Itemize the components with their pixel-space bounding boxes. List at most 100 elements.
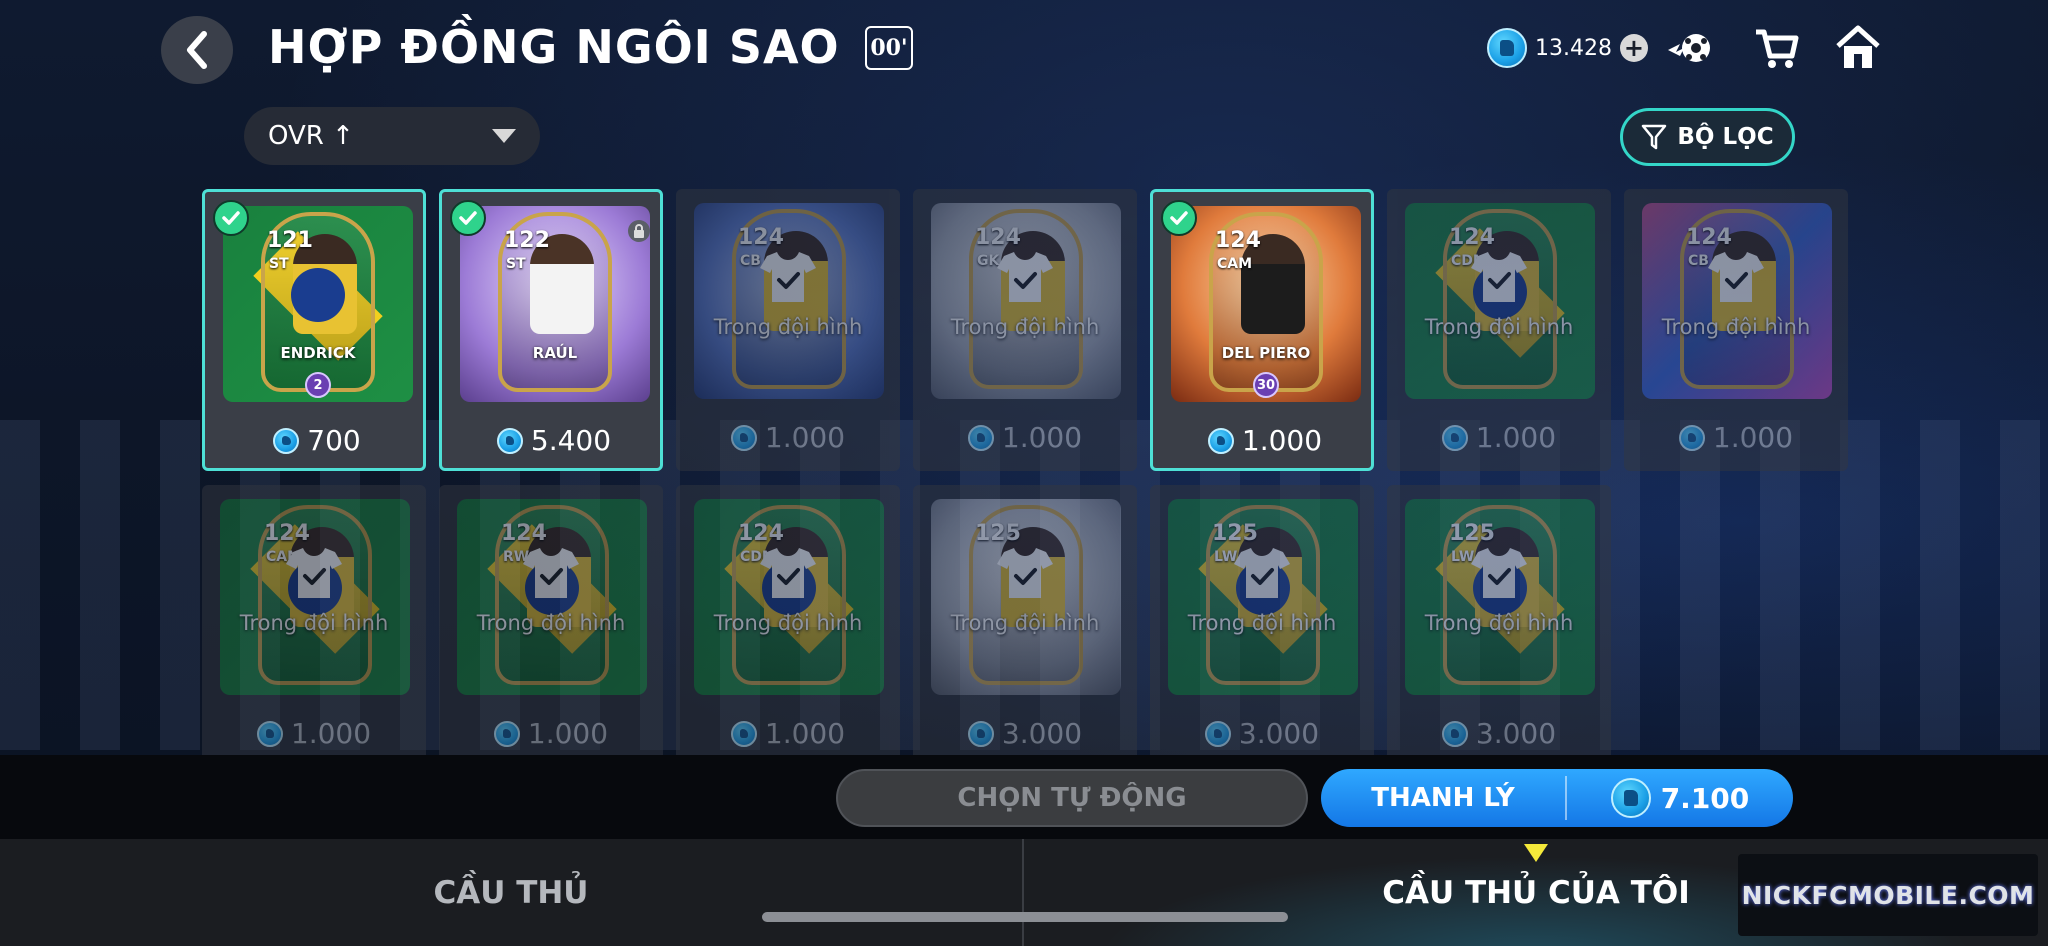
in-squad-label: Trong đội hình xyxy=(476,610,626,635)
card-price: 1.000 xyxy=(1387,421,1611,454)
in-squad-label: Trong đội hình xyxy=(239,610,389,635)
ball-icon[interactable] xyxy=(1664,22,1716,74)
shirt-check-icon xyxy=(522,547,580,605)
chevron-down-icon xyxy=(492,129,516,143)
sort-select[interactable]: OVR ↑ xyxy=(244,107,540,165)
card-price-value: 1.000 xyxy=(1241,424,1323,457)
shirt-check-icon xyxy=(996,251,1054,309)
player-card-tile[interactable]: 125 LW Trong đội hình 3.000 xyxy=(1150,485,1374,755)
check-icon xyxy=(213,200,249,236)
coin-icon xyxy=(1204,720,1231,747)
in-squad-label: Trong đội hình xyxy=(713,610,863,635)
player-card: 124 CAM DEL PIERO 30 xyxy=(1171,206,1361,402)
card-price: 3.000 xyxy=(913,717,1137,750)
coin-icon xyxy=(730,720,757,747)
page-title: HỢP ĐỒNG NGÔI SAO xyxy=(268,20,840,74)
card-price: 1.000 xyxy=(676,717,900,750)
back-button[interactable] xyxy=(161,16,233,84)
card-price: 3.000 xyxy=(1387,717,1611,750)
coin-icon xyxy=(273,427,300,454)
add-currency-button[interactable]: + xyxy=(1619,34,1648,62)
filter-icon xyxy=(1642,124,1667,150)
auto-select-button[interactable]: CHỌN TỰ ĐỘNG xyxy=(836,769,1308,827)
cart-icon[interactable] xyxy=(1750,22,1802,74)
in-squad-overlay: Trong đội hình xyxy=(1387,485,1611,695)
coin-icon xyxy=(493,720,520,747)
home-indicator[interactable] xyxy=(762,912,1288,922)
in-squad-label: Trong đội hình xyxy=(1424,610,1574,635)
card-price-value: 1.000 xyxy=(527,717,609,750)
shirt-check-icon xyxy=(285,547,343,605)
player-card-tile[interactable]: 124 CAM Trong đội hình 1.000 xyxy=(202,485,426,755)
sell-button[interactable]: THANH LÝ 7.100 xyxy=(1321,769,1793,827)
currency-display: 13.428 + xyxy=(1487,26,1648,70)
active-tab-indicator xyxy=(1524,844,1548,862)
in-squad-overlay: Trong đội hình xyxy=(913,485,1137,695)
screen: { "header": { "title": "HỢP ĐỒNG NGÔI SA… xyxy=(0,0,2048,946)
card-price-value: 1.000 xyxy=(290,717,372,750)
filter-label: BỘ LỌC xyxy=(1677,124,1774,150)
player-card-tile[interactable]: 124 RW Trong đội hình 1.000 xyxy=(439,485,663,755)
in-squad-overlay: Trong đội hình xyxy=(1150,485,1374,695)
in-squad-label: Trong đội hình xyxy=(713,314,863,339)
card-level-badge: 30 xyxy=(1253,372,1279,398)
card-price: 700 xyxy=(205,424,423,457)
card-price-value: 1.000 xyxy=(764,717,846,750)
card-price-value: 700 xyxy=(307,424,361,457)
in-squad-overlay: Trong đội hình xyxy=(1624,189,1848,399)
player-card-tile[interactable]: 125 LW Trong đội hình 3.000 xyxy=(1387,485,1611,755)
shirt-check-icon xyxy=(1707,251,1765,309)
coin-icon xyxy=(496,427,523,454)
player-card-tile[interactable]: 124 CB Trong đội hình 1.000 xyxy=(676,189,900,471)
sort-label: OVR ↑ xyxy=(268,121,354,151)
player-card-tile[interactable]: 124 CDM Trong đội hình 1.000 xyxy=(1387,189,1611,471)
card-price-value: 1.000 xyxy=(1001,421,1083,454)
sell-total-value: 7.100 xyxy=(1660,781,1750,815)
lock-icon xyxy=(628,220,650,242)
player-card-tile[interactable]: 124 CDM Trong đội hình 1.000 xyxy=(676,485,900,755)
in-squad-overlay: Trong đội hình xyxy=(1387,189,1611,399)
card-player-name: DEL PIERO xyxy=(1221,344,1311,362)
watermark: NICKFCMOBILE.COM xyxy=(1738,854,2038,936)
shirt-check-icon xyxy=(1470,547,1528,605)
card-price-value: 3.000 xyxy=(1238,717,1320,750)
coin-icon xyxy=(1441,424,1468,451)
in-squad-label: Trong đội hình xyxy=(1187,610,1337,635)
card-price-value: 1.000 xyxy=(1475,421,1557,454)
shirt-check-icon xyxy=(996,547,1054,605)
home-icon[interactable] xyxy=(1832,22,1884,74)
card-price: 1.000 xyxy=(913,421,1137,454)
card-player-name: ENDRICK xyxy=(280,344,356,362)
card-ovr: 124 xyxy=(1215,228,1261,253)
card-price: 3.000 xyxy=(1150,717,1374,750)
in-squad-overlay: Trong đội hình xyxy=(676,485,900,695)
coin-icon xyxy=(967,720,994,747)
in-squad-overlay: Trong đội hình xyxy=(439,485,663,695)
check-icon xyxy=(1161,200,1197,236)
coin-icon xyxy=(256,720,283,747)
check-icon xyxy=(450,200,486,236)
shirt-check-icon xyxy=(1233,547,1291,605)
sell-total: 7.100 xyxy=(1567,778,1793,818)
card-price: 1.000 xyxy=(1624,421,1848,454)
card-position: ST xyxy=(506,256,526,272)
coin-icon xyxy=(967,424,994,451)
coin-icon xyxy=(1207,427,1234,454)
player-card-tile[interactable]: 122 ST RAÚL 5.400 xyxy=(439,189,663,471)
coin-icon xyxy=(1610,778,1651,818)
card-price: 1.000 xyxy=(202,717,426,750)
player-card-tile[interactable]: 125 Trong đội hình 3.000 xyxy=(913,485,1137,755)
player-card-tile[interactable]: 124 CB Trong đội hình 1.000 xyxy=(1624,189,1848,471)
player-card-tile[interactable]: 121 ST ENDRICK 2 700 xyxy=(202,189,426,471)
card-price-value: 3.000 xyxy=(1475,717,1557,750)
tab-players[interactable]: CẦU THỦ xyxy=(0,839,1022,946)
player-card-tile[interactable]: 124 GK Trong đội hình 1.000 xyxy=(913,189,1137,471)
filter-button[interactable]: BỘ LỌC xyxy=(1620,108,1795,166)
in-squad-label: Trong đội hình xyxy=(1424,314,1574,339)
card-ovr: 122 xyxy=(504,228,550,253)
player-card-tile[interactable]: 124 CAM DEL PIERO 30 1.000 xyxy=(1150,189,1374,471)
chevron-left-icon xyxy=(187,31,207,69)
card-price-value: 1.000 xyxy=(1712,421,1794,454)
coin-icon xyxy=(1487,28,1527,68)
coin-icon xyxy=(1441,720,1468,747)
